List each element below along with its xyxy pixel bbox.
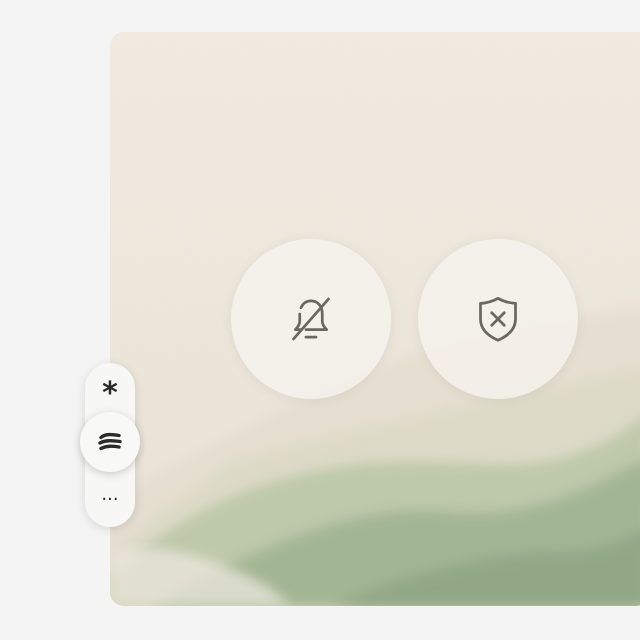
more-options-button[interactable]: ··· [85, 477, 135, 527]
app-stage: * ··· [0, 0, 640, 640]
style-tool-button[interactable] [80, 412, 140, 472]
shield-x-icon [479, 297, 517, 342]
asterisk-tool-button[interactable]: * [85, 365, 135, 415]
vertical-tool-rail: * ··· [80, 363, 140, 527]
bell-slash-icon [292, 297, 330, 341]
block-shield-button[interactable] [418, 239, 578, 399]
mute-notifications-button[interactable] [231, 239, 391, 399]
asterisk-icon: * [102, 376, 118, 411]
wavy-lines-icon [98, 432, 122, 451]
more-dots-icon: ··· [101, 489, 119, 510]
